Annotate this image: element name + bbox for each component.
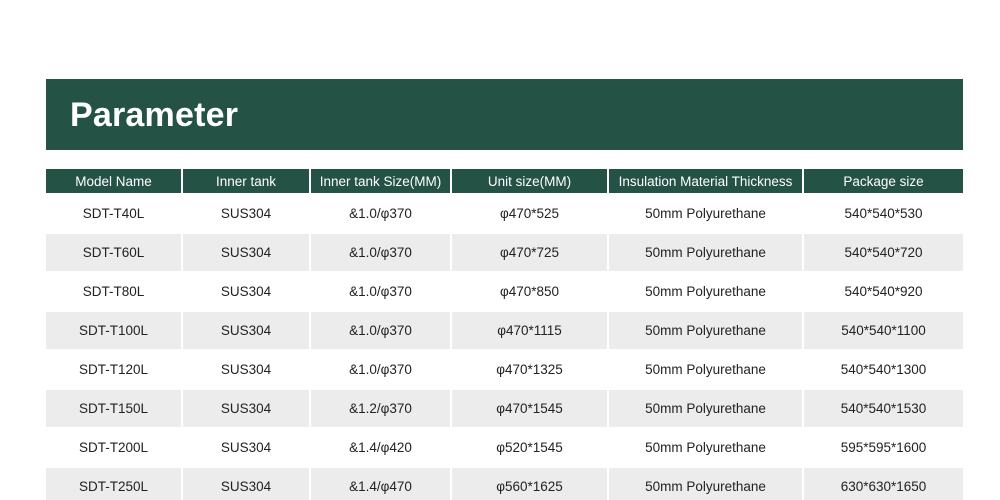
cell-inner-tank: SUS304 xyxy=(181,388,309,427)
cell-insulation-thickness: 50mm Polyurethane xyxy=(607,193,802,232)
cell-insulation-thickness: 50mm Polyurethane xyxy=(607,271,802,310)
cell-inner-tank-size: &1.0/φ370 xyxy=(309,349,450,388)
parameter-table: Model Name Inner tank Inner tank Size(MM… xyxy=(46,169,963,500)
cell-unit-size: φ470*1545 xyxy=(450,388,607,427)
cell-unit-size: φ470*525 xyxy=(450,193,607,232)
cell-inner-tank-size: &1.2/φ370 xyxy=(309,388,450,427)
table-row: SDT-T40L SUS304 &1.0/φ370 φ470*525 50mm … xyxy=(46,193,963,232)
cell-insulation-thickness: 50mm Polyurethane xyxy=(607,466,802,500)
cell-model-name: SDT-T120L xyxy=(46,349,181,388)
cell-package-size: 540*540*1300 xyxy=(802,349,963,388)
cell-inner-tank-size: &1.4/φ470 xyxy=(309,466,450,500)
cell-insulation-thickness: 50mm Polyurethane xyxy=(607,349,802,388)
cell-package-size: 630*630*1650 xyxy=(802,466,963,500)
cell-insulation-thickness: 50mm Polyurethane xyxy=(607,232,802,271)
cell-inner-tank-size: &1.0/φ370 xyxy=(309,310,450,349)
cell-model-name: SDT-T100L xyxy=(46,310,181,349)
table-header-row: Model Name Inner tank Inner tank Size(MM… xyxy=(46,169,963,193)
cell-unit-size: φ470*850 xyxy=(450,271,607,310)
cell-inner-tank: SUS304 xyxy=(181,466,309,500)
cell-inner-tank-size: &1.4/φ420 xyxy=(309,427,450,466)
column-header-model-name: Model Name xyxy=(46,169,181,193)
cell-model-name: SDT-T40L xyxy=(46,193,181,232)
column-header-inner-tank: Inner tank xyxy=(181,169,309,193)
cell-insulation-thickness: 50mm Polyurethane xyxy=(607,310,802,349)
cell-inner-tank: SUS304 xyxy=(181,349,309,388)
cell-package-size: 540*540*920 xyxy=(802,271,963,310)
cell-package-size: 540*540*720 xyxy=(802,232,963,271)
table-row: SDT-T150L SUS304 &1.2/φ370 φ470*1545 50m… xyxy=(46,388,963,427)
cell-model-name: SDT-T80L xyxy=(46,271,181,310)
cell-inner-tank: SUS304 xyxy=(181,193,309,232)
table-row: SDT-T80L SUS304 &1.0/φ370 φ470*850 50mm … xyxy=(46,271,963,310)
column-header-inner-tank-size: Inner tank Size(MM) xyxy=(309,169,450,193)
cell-model-name: SDT-T200L xyxy=(46,427,181,466)
cell-package-size: 595*595*1600 xyxy=(802,427,963,466)
cell-inner-tank: SUS304 xyxy=(181,310,309,349)
column-header-unit-size: Unit size(MM) xyxy=(450,169,607,193)
cell-model-name: SDT-T150L xyxy=(46,388,181,427)
table-row: SDT-T100L SUS304 &1.0/φ370 φ470*1115 50m… xyxy=(46,310,963,349)
parameter-banner: Parameter xyxy=(46,79,963,150)
cell-unit-size: φ560*1625 xyxy=(450,466,607,500)
column-header-insulation-thickness: Insulation Material Thickness xyxy=(607,169,802,193)
cell-insulation-thickness: 50mm Polyurethane xyxy=(607,388,802,427)
cell-model-name: SDT-T250L xyxy=(46,466,181,500)
page: Parameter Model Name Inner tank Inner ta… xyxy=(0,0,1000,500)
cell-package-size: 540*540*1100 xyxy=(802,310,963,349)
cell-package-size: 540*540*530 xyxy=(802,193,963,232)
table-row: SDT-T200L SUS304 &1.4/φ420 φ520*1545 50m… xyxy=(46,427,963,466)
column-header-package-size: Package size xyxy=(802,169,963,193)
table-row: SDT-T60L SUS304 &1.0/φ370 φ470*725 50mm … xyxy=(46,232,963,271)
table-row: SDT-T250L SUS304 &1.4/φ470 φ560*1625 50m… xyxy=(46,466,963,500)
cell-model-name: SDT-T60L xyxy=(46,232,181,271)
cell-inner-tank-size: &1.0/φ370 xyxy=(309,193,450,232)
cell-package-size: 540*540*1530 xyxy=(802,388,963,427)
cell-insulation-thickness: 50mm Polyurethane xyxy=(607,427,802,466)
cell-unit-size: φ470*1115 xyxy=(450,310,607,349)
cell-inner-tank: SUS304 xyxy=(181,232,309,271)
cell-unit-size: φ470*1325 xyxy=(450,349,607,388)
cell-unit-size: φ470*725 xyxy=(450,232,607,271)
cell-unit-size: φ520*1545 xyxy=(450,427,607,466)
cell-inner-tank: SUS304 xyxy=(181,271,309,310)
cell-inner-tank: SUS304 xyxy=(181,427,309,466)
cell-inner-tank-size: &1.0/φ370 xyxy=(309,232,450,271)
cell-inner-tank-size: &1.0/φ370 xyxy=(309,271,450,310)
table-row: SDT-T120L SUS304 &1.0/φ370 φ470*1325 50m… xyxy=(46,349,963,388)
banner-title: Parameter xyxy=(70,96,239,134)
